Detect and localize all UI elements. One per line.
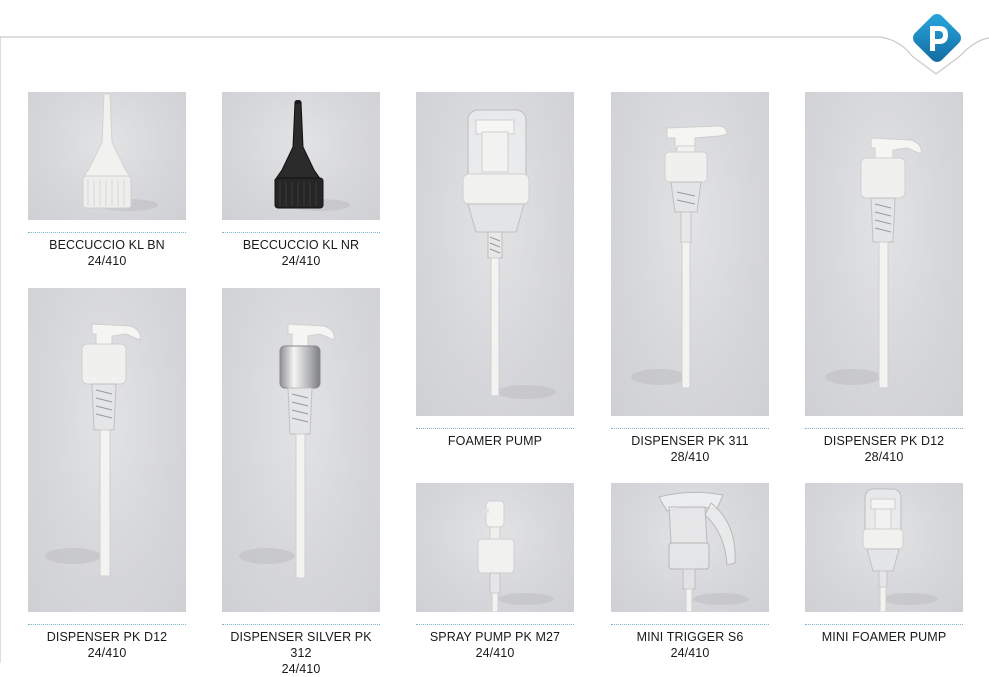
dotted-divider: [222, 624, 380, 625]
product-size: 24/410: [281, 662, 321, 676]
product-name: DISPENSER PK D12: [823, 434, 945, 448]
dotted-divider: [805, 428, 963, 429]
product-name: BECCUCCIO KL NR: [242, 238, 360, 252]
product-name: MINI TRIGGER S6: [636, 630, 744, 644]
product-size: 24/410: [87, 646, 127, 660]
product-card[interactable]: DISPENSER PK D12 28/410: [805, 92, 963, 465]
lotion-dispenser-photo: [28, 288, 186, 612]
black-spout-cap-photo: [222, 92, 380, 220]
product-size: 24/410: [670, 646, 710, 660]
product-card[interactable]: BECCUCCIO KL BN 24/410: [28, 92, 186, 269]
product-size: 24/410: [281, 254, 321, 268]
mini-trigger-photo: [611, 483, 769, 612]
lotion-dispenser-photo: [805, 92, 963, 416]
product-size: 28/410: [670, 450, 710, 464]
dotted-divider: [222, 232, 380, 233]
product-card[interactable]: MINI TRIGGER S6 24/410: [611, 483, 769, 661]
product-name: MINI FOAMER PUMP: [821, 630, 947, 644]
product-name: DISPENSER SILVER PK 312: [230, 630, 372, 660]
product-name: BECCUCCIO KL BN: [49, 238, 165, 252]
dotted-divider: [28, 232, 186, 233]
lotion-dispenser-photo: [611, 92, 769, 416]
product-name: DISPENSER PK 311: [631, 434, 749, 448]
spray-pump-photo: [416, 483, 574, 612]
product-card[interactable]: DISPENSER PK D12 24/410: [28, 288, 186, 661]
mini-foamer-pump-photo: [805, 483, 963, 612]
product-size: 24/410: [87, 254, 127, 268]
dotted-divider: [805, 624, 963, 625]
white-spout-cap-photo: [28, 92, 186, 220]
dotted-divider: [416, 624, 574, 625]
product-card[interactable]: FOAMER PUMP: [416, 92, 574, 449]
p-brand-logo: [913, 14, 961, 62]
product-card[interactable]: MINI FOAMER PUMP: [805, 483, 963, 645]
dotted-divider: [416, 428, 574, 429]
product-card[interactable]: SPRAY PUMP PK M27 24/410: [416, 483, 574, 661]
product-name: SPRAY PUMP PK M27: [429, 630, 561, 644]
product-name: FOAMER PUMP: [447, 434, 543, 448]
foamer-pump-photo: [416, 92, 574, 416]
product-card[interactable]: DISPENSER SILVER PK 312 24/410: [222, 288, 380, 677]
product-size: 24/410: [475, 646, 515, 660]
product-name: DISPENSER PK D12: [46, 630, 168, 644]
dotted-divider: [611, 624, 769, 625]
dotted-divider: [611, 428, 769, 429]
product-size: 28/410: [864, 450, 904, 464]
product-card[interactable]: DISPENSER PK 311 28/410: [611, 92, 769, 465]
silver-lotion-dispenser-photo: [222, 288, 380, 612]
dotted-divider: [28, 624, 186, 625]
product-card[interactable]: BECCUCCIO KL NR 24/410: [222, 92, 380, 269]
